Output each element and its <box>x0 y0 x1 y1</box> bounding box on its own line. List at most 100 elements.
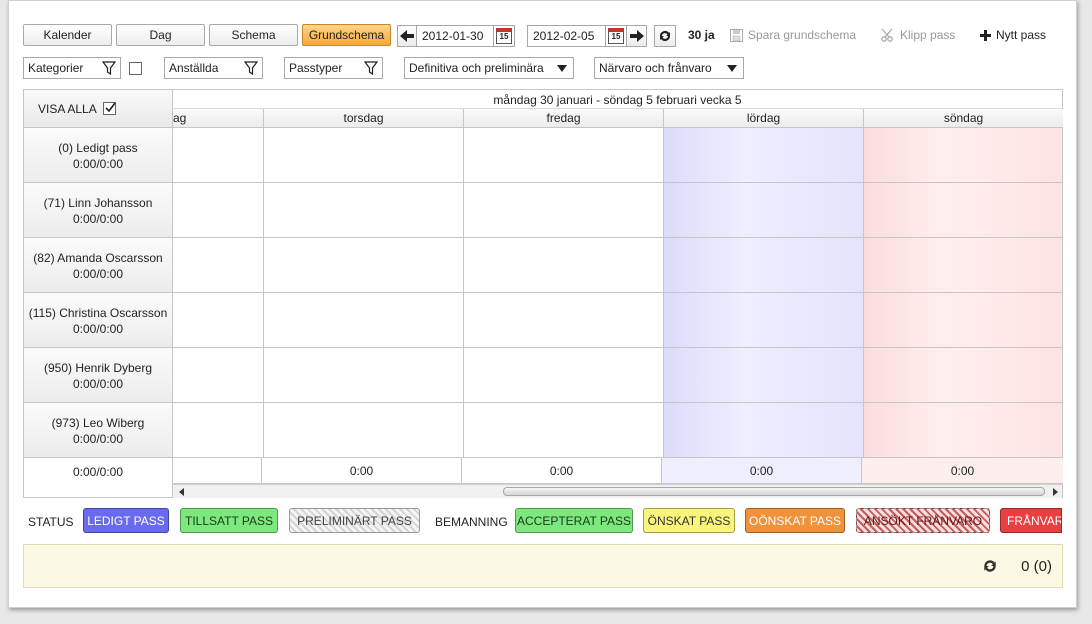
schedule-cell[interactable] <box>173 403 264 458</box>
status-legend-label: STATUS <box>28 515 74 529</box>
cut-shift-button[interactable]: Klipp pass <box>881 28 955 42</box>
view-dag-button[interactable]: Dag <box>116 24 205 46</box>
schedule-cell[interactable] <box>864 183 1063 238</box>
schedule-cell[interactable] <box>864 348 1063 403</box>
employee-total: 0:00/0:00 <box>72 465 124 479</box>
schedule-cell[interactable] <box>864 128 1063 183</box>
refresh-icon[interactable] <box>654 25 676 47</box>
legend-free-shift: LEDIGT PASS <box>83 508 169 533</box>
legend-preliminary-shift: PRELIMINÄRT PASS <box>289 508 420 533</box>
chevron-down-icon <box>727 65 737 72</box>
horizontal-scrollbar[interactable] <box>173 484 1062 498</box>
refresh-icon[interactable] <box>982 558 998 574</box>
legend-accepted-shift: ACCEPTERAT PASS <box>515 508 633 533</box>
schedule-cell[interactable] <box>664 238 864 293</box>
employee-row-header[interactable]: (973) Leo Wiberg 0:00/0:00 <box>24 403 172 458</box>
schedule-cell[interactable] <box>464 183 664 238</box>
schedule-cell[interactable] <box>173 348 264 403</box>
employee-row-header[interactable]: (71) Linn Johansson 0:00/0:00 <box>24 183 172 238</box>
schedule-cell[interactable] <box>173 128 264 183</box>
schedule-cell[interactable] <box>264 183 464 238</box>
save-template-button[interactable]: Spara grundschema <box>730 28 856 42</box>
schedule-cell[interactable] <box>464 238 664 293</box>
schedule-cell[interactable] <box>864 238 1063 293</box>
schedule-cell[interactable] <box>464 403 664 458</box>
employee-column: VISA ALLA (0) Ledigt pass 0:00/0:00 (71) … <box>24 90 173 497</box>
legend-assigned-shift: TILLSATT PASS <box>180 508 278 533</box>
schedule-cell[interactable] <box>464 348 664 403</box>
employee-row-header[interactable]: (0) Ledigt pass 0:00/0:00 <box>24 128 172 183</box>
day-header-saturday: lördag <box>664 109 864 128</box>
day-header-wednesday: ag <box>173 109 264 128</box>
show-all-label: VISA ALLA <box>38 101 97 116</box>
schedule-cell[interactable] <box>864 293 1063 348</box>
new-shift-button[interactable]: Nytt pass <box>980 28 1046 42</box>
schedule-cell[interactable] <box>664 128 864 183</box>
day-total: 0:00 <box>862 458 1063 484</box>
schedule-cell[interactable] <box>264 128 464 183</box>
day-header-friday: fredag <box>464 109 664 128</box>
legend-wanted-shift: ÖNSKAT PASS <box>643 508 735 533</box>
start-date-input[interactable]: 2012-01-30 <box>417 25 493 47</box>
view-kalender-button[interactable]: Kalender <box>23 24 112 46</box>
save-icon <box>730 28 743 42</box>
schedule-cell[interactable] <box>264 403 464 458</box>
presence-select[interactable]: Närvaro och frånvaro <box>594 57 744 79</box>
schedule-cell[interactable] <box>264 293 464 348</box>
chevron-down-icon <box>557 65 567 72</box>
plus-icon <box>980 29 991 41</box>
employee-row-header[interactable]: (950) Henrik Dyberg 0:00/0:00 <box>24 348 172 403</box>
schedule-cell[interactable] <box>664 293 864 348</box>
day-total: 0:00 <box>662 458 862 484</box>
categories-checkbox[interactable] <box>129 62 142 75</box>
filter-icon <box>102 61 116 76</box>
categories-filter[interactable]: Kategorier <box>23 57 121 79</box>
schedule-cell[interactable] <box>664 348 864 403</box>
schedule-cell[interactable] <box>464 293 664 348</box>
schedule-cell[interactable] <box>264 348 464 403</box>
day-header-thursday: torsdag <box>264 109 464 128</box>
staffing-legend-label: BEMANNING <box>435 515 508 529</box>
start-date-group: 2012-01-30 15 <box>397 25 515 47</box>
next-arrow-icon[interactable] <box>627 25 647 47</box>
end-date-group: 2012-02-05 15 <box>527 25 647 47</box>
definitive-select[interactable]: Definitiva och preliminära <box>404 57 574 79</box>
schedule-grid: VISA ALLA (0) Ledigt pass 0:00/0:00 (71) … <box>23 89 1063 498</box>
show-all-header: VISA ALLA <box>24 90 172 128</box>
day-total: 0:00 <box>462 458 662 484</box>
day-total: 0:00 <box>262 458 462 484</box>
schedule-cell[interactable] <box>464 128 664 183</box>
schedule-cell[interactable] <box>173 183 264 238</box>
view-grundschema-button[interactable]: Grundschema <box>302 24 391 46</box>
schedule-cell[interactable] <box>264 238 464 293</box>
employee-row-header[interactable]: (115) Christina Oscarsson 0:00/0:00 <box>24 293 172 348</box>
schedule-cell[interactable] <box>864 403 1063 458</box>
show-all-checkbox[interactable] <box>102 102 116 115</box>
employees-filter[interactable]: Anställda <box>164 57 263 79</box>
shift-types-filter[interactable]: Passtyper <box>284 57 383 79</box>
legend-applied-absence: ANSÖKT FRÅNVARO <box>856 508 990 533</box>
day-count-label: 30 ja <box>688 28 715 42</box>
calendar-icon[interactable]: 15 <box>493 25 515 47</box>
day-header-sunday: söndag <box>864 109 1063 128</box>
scroll-left-icon[interactable] <box>179 488 184 496</box>
week-header: måndag 30 januari - söndag 5 februari ve… <box>173 90 1062 109</box>
scroll-thumb[interactable] <box>503 487 1045 496</box>
filter-icon <box>364 61 378 76</box>
schedule-cell[interactable] <box>664 403 864 458</box>
filter-icon <box>244 61 258 76</box>
view-schema-button[interactable]: Schema <box>209 24 298 46</box>
schedule-cell[interactable] <box>173 293 264 348</box>
legend-absence: FRÅNVARO <box>1000 508 1062 533</box>
day-total <box>173 458 262 484</box>
calendar-icon[interactable]: 15 <box>605 25 627 47</box>
prev-arrow-icon[interactable] <box>397 25 417 47</box>
end-date-input[interactable]: 2012-02-05 <box>527 25 605 47</box>
scroll-right-icon[interactable] <box>1053 488 1058 496</box>
employee-row-header[interactable]: (82) Amanda Oscarsson 0:00/0:00 <box>24 238 172 293</box>
schedule-cell[interactable] <box>664 183 864 238</box>
legend-unwanted-shift: OÖNSKAT PASS <box>745 508 845 533</box>
schedule-cell[interactable] <box>173 238 264 293</box>
scissors-icon <box>881 28 893 42</box>
shift-count: 0 (0) <box>1021 558 1052 575</box>
